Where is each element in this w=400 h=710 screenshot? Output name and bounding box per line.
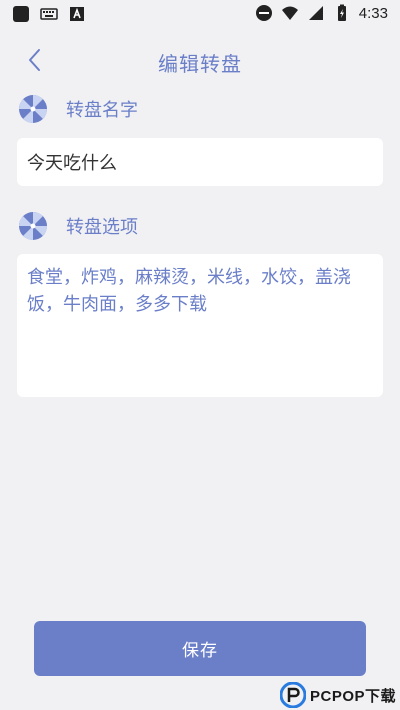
watermark: PCPOP下载: [279, 682, 396, 708]
options-label-text: 转盘选项: [66, 217, 138, 238]
wifi-icon: [281, 6, 298, 20]
wheel-icon: [19, 95, 47, 123]
options-section-label: 转盘选项: [18, 210, 138, 242]
wheel-icon: [19, 212, 47, 240]
dnd-icon: [255, 5, 272, 21]
battery-icon: [337, 4, 346, 21]
name-section-label: 转盘名字: [18, 93, 138, 125]
page-title: 编辑转盘: [158, 52, 242, 76]
status-bar: 4:33: [0, 0, 400, 28]
app-square-icon: [13, 6, 29, 22]
keyboard-icon: [40, 8, 58, 20]
name-label-text: 转盘名字: [66, 100, 138, 121]
wheel-name-card: [17, 138, 383, 186]
status-time: 4:33: [358, 4, 388, 22]
wheel-name-input[interactable]: [27, 138, 373, 186]
wheel-options-textarea[interactable]: 食堂，炸鸡，麻辣烫，米线，水饺，盖浇饭，牛肉面，多多下载: [27, 264, 377, 389]
pcpop-logo-icon: [279, 682, 306, 708]
signal-icon: [308, 6, 323, 20]
header: 编辑转盘: [0, 38, 400, 82]
notification-a-icon: [70, 7, 84, 21]
wheel-options-card: 食堂，炸鸡，麻辣烫，米线，水饺，盖浇饭，牛肉面，多多下载: [17, 254, 383, 397]
save-button[interactable]: 保存: [34, 621, 366, 676]
watermark-text: PCPOP下载: [309, 687, 396, 705]
